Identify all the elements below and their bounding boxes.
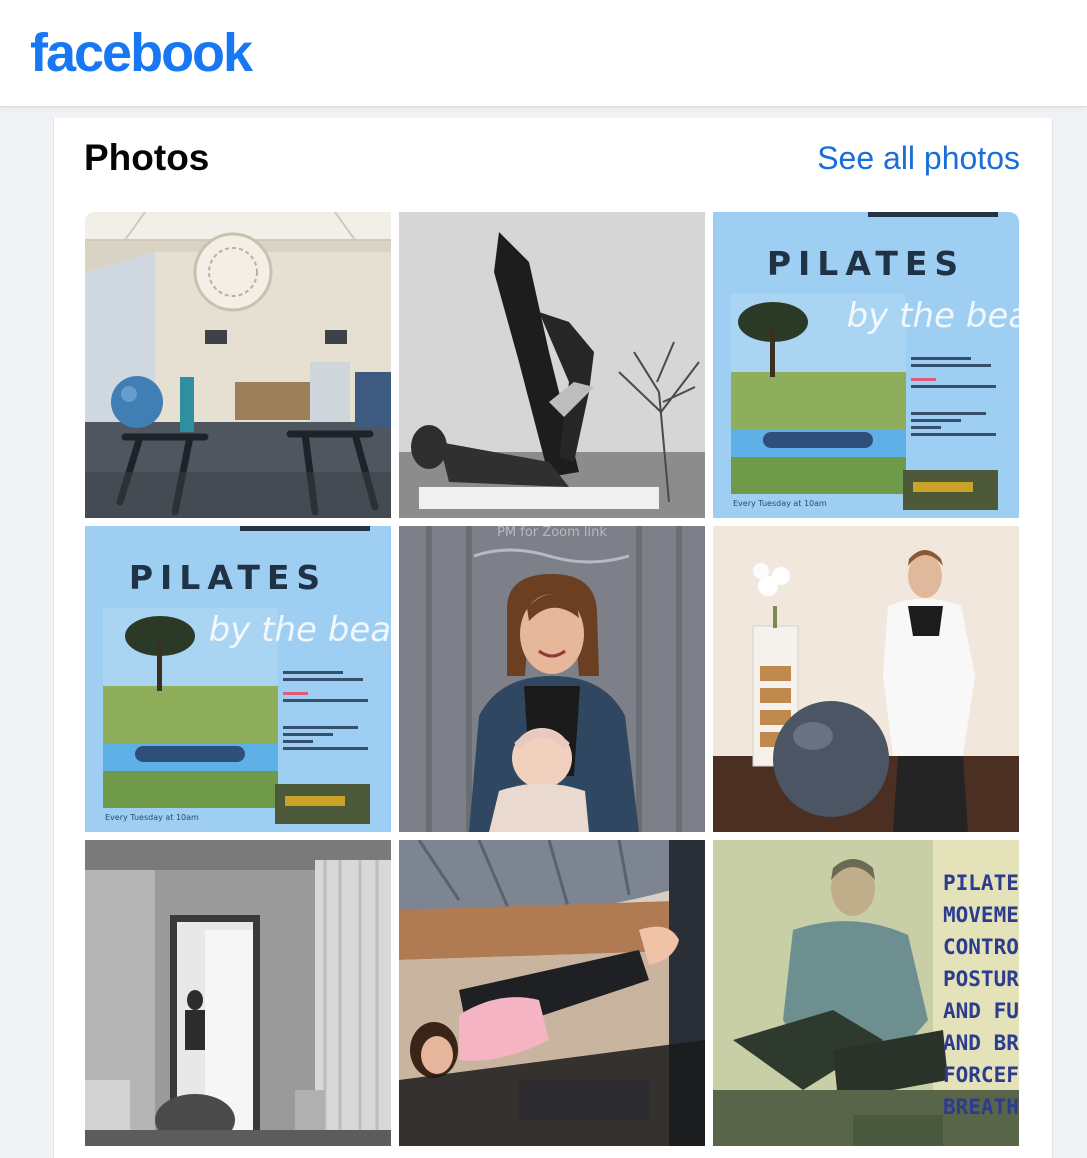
flyer-footer: Every Tuesday at 10am <box>733 499 827 508</box>
photo-studio-mirror[interactable] <box>85 840 391 1146</box>
side-text-line: FORCEF <box>943 1063 1019 1087</box>
side-text-line: AND BR <box>943 1031 1019 1055</box>
instructor-reformer-image: PILATES MOVEMENT CONTROL POSTURE AND FU … <box>713 840 1019 1146</box>
flyer-headline: PILATES <box>767 244 965 283</box>
zoom-link-caption: PM for Zoom link <box>497 526 607 540</box>
photo-grid: PILATES by the beach Every Tuesday at 10… <box>85 212 1019 1146</box>
flyer-script: by the beach <box>847 296 1019 336</box>
photo-pilates-leg-lift[interactable] <box>399 212 705 518</box>
side-text-line: PILATES <box>943 871 1019 895</box>
side-text-line: AND FU <box>943 999 1019 1023</box>
pilates-flyer-image: PILATES by the beach Every Tuesday at 10… <box>713 212 1019 518</box>
photo-pilates-flyer-2[interactable]: PILATES by the beach Every Tuesday at 10… <box>85 526 391 832</box>
child-on-reformer-image <box>399 840 705 1146</box>
facebook-logo[interactable]: facebook <box>30 20 253 86</box>
flyer-script: by the beach <box>209 610 391 650</box>
photo-child-on-reformer[interactable] <box>399 840 705 1146</box>
side-text-line: CONTROL <box>943 935 1019 959</box>
side-text-line: MOVEMENT <box>943 903 1019 927</box>
photo-instructor-reformer[interactable]: PILATES MOVEMENT CONTROL POSTURE AND FU … <box>713 840 1019 1146</box>
studio-interior-image <box>85 212 391 518</box>
top-bar: facebook <box>0 0 1087 107</box>
instructor-with-ball-image <box>713 526 1019 832</box>
flyer-footer: Every Tuesday at 10am <box>105 813 199 822</box>
see-all-photos-link[interactable]: See all photos <box>817 138 1020 178</box>
studio-mirror-image <box>85 840 391 1146</box>
mother-and-baby-image: PM for Zoom link <box>399 526 705 832</box>
photo-pilates-flyer-1[interactable]: PILATES by the beach Every Tuesday at 10… <box>713 212 1019 518</box>
photo-mother-and-baby[interactable]: PM for Zoom link <box>399 526 705 832</box>
photos-section-title: Photos <box>84 137 210 178</box>
photo-instructor-with-ball[interactable] <box>713 526 1019 832</box>
pilates-leg-lift-image <box>399 212 705 518</box>
photos-card: Photos See all photos PILATES by the be … <box>53 118 1053 1158</box>
photo-studio-interior[interactable] <box>85 212 391 518</box>
side-text-line: BREATH <box>943 1095 1019 1119</box>
flyer-headline: PILATES <box>129 558 327 597</box>
side-text-line: POSTURE <box>943 967 1019 991</box>
pilates-flyer-image: PILATES by the beach Every Tuesday at 10… <box>85 526 391 832</box>
